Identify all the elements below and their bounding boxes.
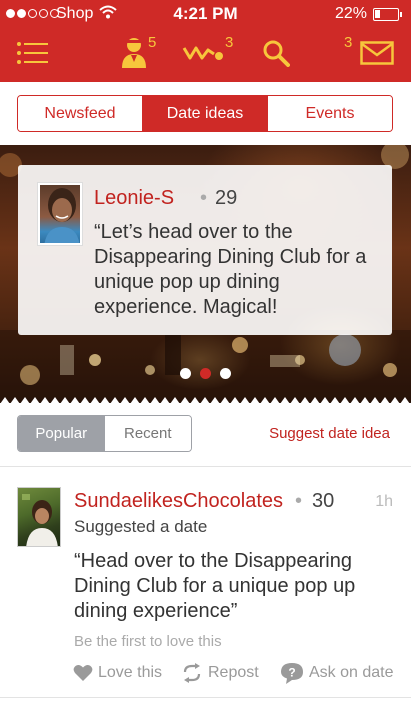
featured-quote: “Let’s head over to the Disappearing Din… xyxy=(94,221,367,318)
feed-user-name[interactable]: SundaelikesChocolates xyxy=(74,490,283,513)
question-bubble-icon: ? xyxy=(281,663,303,684)
featured-idea-card[interactable]: Leonie-S • 29 “Let’s head over to the Di… xyxy=(18,165,392,335)
avatar[interactable] xyxy=(17,487,61,547)
battery-percentage: 22% xyxy=(334,5,367,22)
feed-user-age: 30 xyxy=(312,490,335,512)
pager-dot-active[interactable] xyxy=(200,368,211,379)
love-button-label: Love this xyxy=(98,664,163,681)
repost-button-label: Repost xyxy=(208,664,259,681)
mail-icon[interactable] xyxy=(360,41,394,65)
featured-user-name[interactable]: Leonie-S xyxy=(94,187,174,210)
search-icon[interactable] xyxy=(262,39,290,67)
tab-newsfeed[interactable]: Newsfeed xyxy=(18,96,143,131)
avatar-portrait-icon xyxy=(44,188,80,243)
svg-text:?: ? xyxy=(288,666,295,680)
avatar[interactable] xyxy=(38,183,82,245)
ask-on-date-button[interactable]: ? Ask on date xyxy=(280,661,394,685)
hamburger-menu-icon[interactable] xyxy=(17,41,48,65)
feed-timestamp: 1h xyxy=(375,493,393,510)
filter-recent[interactable]: Recent xyxy=(104,416,191,451)
activity-badge: 3 xyxy=(225,34,234,51)
tab-events[interactable]: Events xyxy=(268,96,392,131)
separator-dot: • xyxy=(200,187,208,209)
divider xyxy=(0,697,411,698)
top-bar: Shop 4:21 PM 22% 5 3 3 xyxy=(0,0,411,82)
tab-date-ideas[interactable]: Date ideas xyxy=(143,96,268,131)
status-bar: Shop 4:21 PM 22% xyxy=(0,0,411,28)
pager-dot[interactable] xyxy=(180,368,191,379)
carousel-pager xyxy=(0,368,411,379)
love-button[interactable]: Love this xyxy=(73,661,162,685)
zigzag-edge xyxy=(0,397,411,404)
pager-dot[interactable] xyxy=(220,368,231,379)
divider xyxy=(0,466,411,467)
repost-icon xyxy=(183,663,201,683)
activity-icon[interactable] xyxy=(182,42,224,64)
feed-action-text: Suggested a date xyxy=(74,517,208,536)
ask-on-date-button-label: Ask on date xyxy=(309,664,394,681)
battery-icon xyxy=(373,8,402,21)
heart-icon xyxy=(73,665,93,681)
messages-badge: 3 xyxy=(344,34,353,51)
separator-dot: • xyxy=(295,490,303,512)
repost-button[interactable]: Repost xyxy=(181,661,259,685)
profile-badge: 5 xyxy=(148,34,157,51)
featured-user-age: 29 xyxy=(215,187,238,209)
profile-visitors-icon[interactable] xyxy=(120,36,148,68)
love-hint: Be the first to love this xyxy=(74,633,222,650)
feed-quote: “Head over to the Disappearing Dining Cl… xyxy=(74,550,356,622)
avatar-portrait-icon xyxy=(22,494,58,546)
suggest-date-idea-link[interactable]: Suggest date idea xyxy=(269,425,390,442)
section-tabs: Newsfeed Date ideas Events xyxy=(17,95,393,132)
sort-toggle: Popular Recent xyxy=(17,415,192,452)
battery-level xyxy=(375,10,380,18)
filter-popular[interactable]: Popular xyxy=(18,416,105,451)
featured-carousel[interactable]: Leonie-S • 29 “Let’s head over to the Di… xyxy=(0,145,411,403)
